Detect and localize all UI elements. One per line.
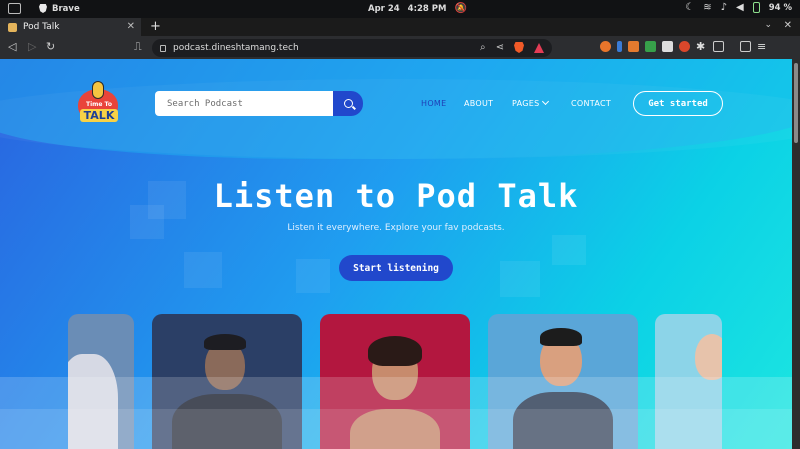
extensions-puzzle-icon[interactable]: ✱ [696,41,707,52]
search-icon [343,99,353,108]
tab-list-chevron-icon[interactable]: ⌄ [764,20,772,30]
os-top-bar: Brave Apr 24 4:28 PM 🔕 ☾ ≋ ♪ ◀ 94 % [0,0,800,18]
hero-subtitle: Listen it everywhere. Explore your fav p… [287,223,505,233]
scroll-thumb[interactable] [794,63,798,143]
decor-square [296,259,330,293]
tab-title: Pod Talk [23,22,60,32]
time-text: 4:28 PM [407,3,447,14]
browser-toolbar: ◁ ▷ ↻ ⎍ podcast.dineshtamang.tech ⌕ ⋖ ✱ … [0,36,800,59]
metamask-icon[interactable] [628,41,639,52]
share-icon[interactable]: ⋖ [496,42,504,53]
back-icon[interactable]: ◁ [8,40,16,53]
bell-off-icon: 🔕 [454,3,467,14]
address-bar[interactable]: podcast.dineshtamang.tech ⌕ ⋖ [152,39,552,57]
battery-percent: 94 % [768,2,792,13]
extension-1-icon[interactable] [600,41,611,52]
extensions-area: ✱ ≡ [600,41,768,52]
zoom-search-icon[interactable]: ⌕ [480,42,486,53]
decor-square [552,235,586,265]
microphone-icon [92,81,104,99]
nav-home-link[interactable]: HOME [421,99,446,108]
brave-shields-icon[interactable] [514,42,524,53]
nav-about-link[interactable]: ABOUT [464,99,493,108]
extension-2-icon[interactable] [617,41,622,52]
bookmark-icon[interactable]: ⎍ [134,40,142,54]
site-logo[interactable]: Time To TALK [78,81,120,125]
files-icon[interactable] [8,3,21,14]
page-viewport: Time To TALK HOME ABOUT PAGES CONTACT Ge… [0,59,792,449]
nav-contact-link[interactable]: CONTACT [571,99,611,108]
logo-bottom-text: TALK [80,109,118,122]
decor-square [500,261,540,297]
start-listening-button[interactable]: Start listening [339,255,453,281]
extension-5-icon[interactable] [662,41,673,52]
beanie-shape [204,334,246,350]
page-scrollbar[interactable] [792,59,800,449]
extension-6-icon[interactable] [679,41,690,52]
search-button[interactable] [333,91,363,116]
extension-4-icon[interactable] [645,41,656,52]
wifi-icon[interactable]: ≋ [703,2,711,13]
tab-close-icon[interactable]: ✕ [127,21,135,32]
menu-icon[interactable]: ≡ [757,41,768,52]
logo-top-text: Time To [86,101,112,108]
decor-square [184,252,222,288]
night-mode-icon[interactable]: ☾ [685,2,694,13]
site-favicon-icon [8,22,17,32]
nav-pages-dropdown[interactable]: PAGES [512,97,550,108]
sidebar-icon[interactable] [713,41,724,52]
window-close-icon[interactable]: ✕ [784,20,792,31]
url-text[interactable]: podcast.dineshtamang.tech [173,43,299,53]
brave-icon [39,4,47,13]
person-image [695,334,722,380]
brave-rewards-icon[interactable] [534,42,544,53]
wallet-icon[interactable] [740,41,751,52]
battery-icon[interactable] [752,2,760,13]
active-app[interactable]: Brave [39,4,80,14]
tab-strip: Pod Talk ✕ + ⌄ ✕ [0,18,800,36]
tab-pod-talk[interactable]: Pod Talk ✕ [0,18,141,36]
get-started-button[interactable]: Get started [633,91,723,116]
nav-pages-label: PAGES [512,99,540,108]
microphone-icon[interactable]: ♪ [721,2,727,13]
hair-shape [368,336,422,366]
lock-icon [160,44,166,52]
hair-shape [540,328,582,346]
bottom-wave [0,409,792,449]
reload-icon[interactable]: ↻ [46,40,55,53]
date-text: Apr 24 [368,3,400,14]
active-app-name: Brave [52,3,80,14]
search-input[interactable] [155,91,335,116]
new-tab-button[interactable]: + [150,19,161,34]
clock[interactable]: Apr 24 4:28 PM 🔕 [368,3,467,14]
hero-title: Listen to Pod Talk [213,177,579,215]
forward-icon[interactable]: ▷ [28,40,36,53]
volume-icon[interactable]: ◀ [736,2,744,13]
chevron-down-icon [542,97,550,106]
